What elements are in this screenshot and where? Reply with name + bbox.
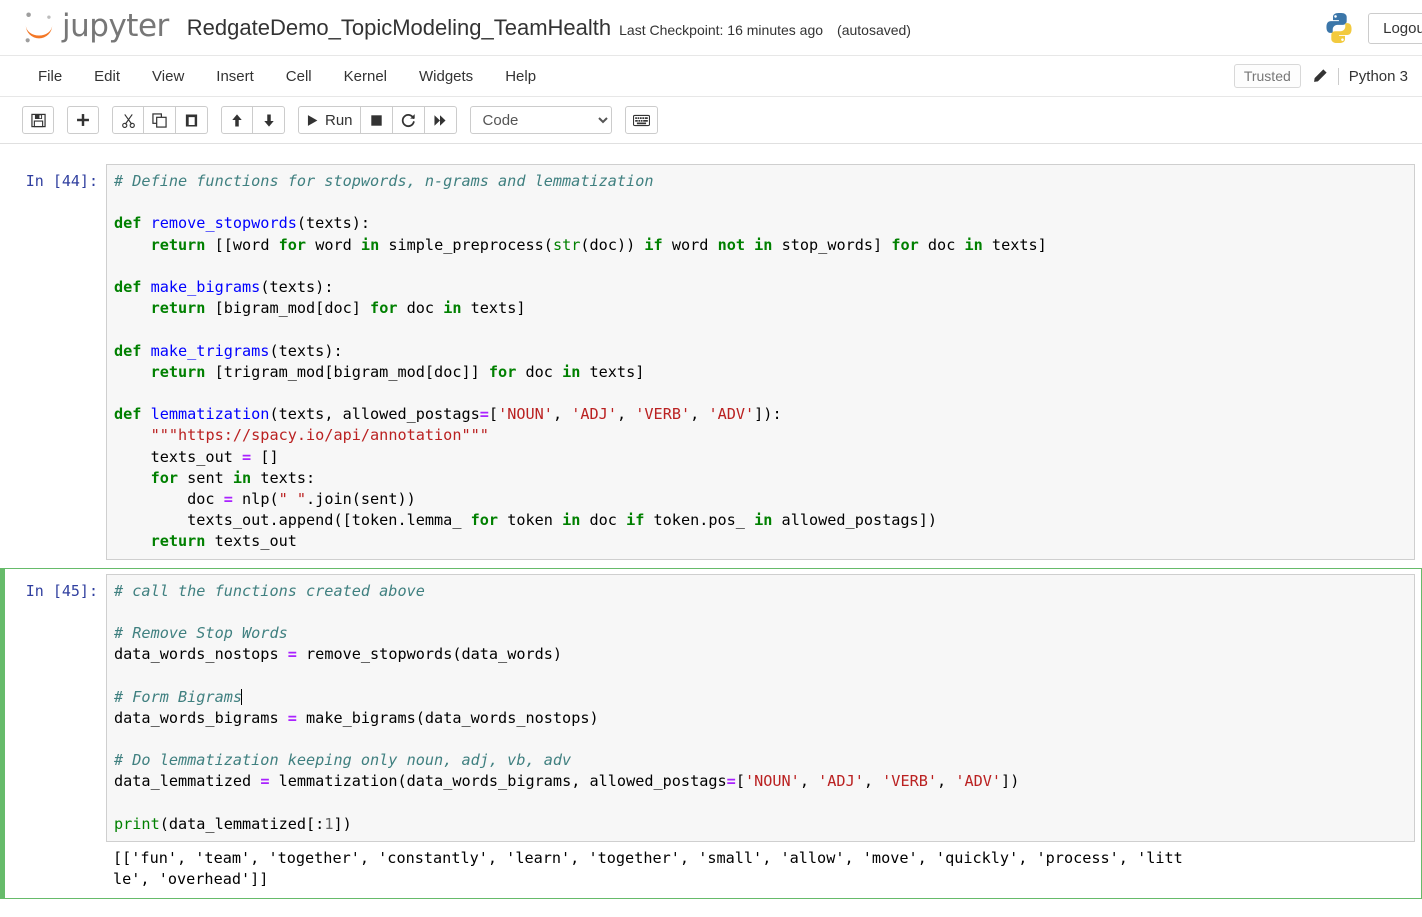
restart-kernel-button[interactable] [392, 106, 425, 134]
arrow-up-icon [232, 113, 242, 126]
code-cell-selected[interactable]: In [45]: # call the functions created ab… [0, 567, 1422, 899]
cell-prompt[interactable]: In [44]: [10, 164, 106, 560]
move-cell-up-button[interactable] [221, 106, 253, 134]
cell-type-select[interactable]: Code Markdown Raw NBConvert Heading [469, 106, 612, 134]
jupyter-logo-icon [25, 12, 53, 42]
output-text: [['fun', 'team', 'together', 'constantly… [113, 849, 1183, 889]
menu-item-insert[interactable]: Insert [200, 59, 270, 94]
paste-button[interactable] [176, 106, 208, 134]
toolbar-group-run: Run [298, 106, 457, 134]
toolbar-group-insert [67, 106, 99, 134]
code-editor[interactable]: # call the functions created above # Rem… [114, 581, 1410, 835]
cut-button[interactable] [112, 106, 144, 134]
run-cell-button[interactable]: Run [298, 106, 361, 134]
trusted-badge[interactable]: Trusted [1233, 64, 1301, 88]
notebook-container[interactable]: In [44]: # Define functions for stopword… [0, 144, 1422, 917]
run-button-label: Run [325, 111, 353, 129]
plus-icon [77, 114, 89, 126]
text-cursor [241, 688, 243, 705]
scissors-icon [121, 113, 135, 128]
keyboard-icon [632, 114, 650, 126]
kernel-indicator[interactable]: Python 3 [1337, 67, 1408, 85]
cell-input-area[interactable]: # call the functions created above # Rem… [106, 573, 1415, 843]
menubar-right-group: Trusted Python 3 [1233, 64, 1408, 88]
jupyter-wordmark: jupyter [62, 7, 169, 44]
pencil-icon[interactable] [1311, 68, 1328, 85]
copy-icon [152, 112, 167, 128]
autosaved-status: (autosaved) [837, 22, 911, 38]
restart-and-run-all-button[interactable] [424, 106, 457, 134]
code-cell[interactable]: In [44]: # Define functions for stopword… [0, 158, 1422, 566]
insert-cell-below-button[interactable] [67, 106, 99, 134]
toolbar-group-move [221, 106, 285, 134]
cell-input-area[interactable]: # Define functions for stopwords, n-gram… [106, 164, 1415, 560]
menu-item-cell[interactable]: Cell [270, 59, 328, 94]
arrow-down-icon [263, 114, 274, 127]
menu-item-view[interactable]: View [136, 59, 200, 94]
notebook-header: jupyter RedgateDemo_TopicModeling_TeamHe… [0, 0, 1422, 56]
paste-icon [185, 114, 198, 126]
menu-item-file[interactable]: File [22, 59, 78, 94]
code-editor[interactable]: # Define functions for stopwords, n-gram… [114, 171, 1410, 553]
header-right-group: Logout [1324, 0, 1422, 56]
toolbar-group-palette [624, 106, 658, 134]
stop-square-icon [370, 114, 382, 126]
copy-button[interactable] [144, 106, 176, 134]
save-button[interactable] [22, 106, 54, 134]
toolbar: Run Code Markdown Raw NBConvert Heading [0, 97, 1422, 144]
restart-circular-arrow-icon [401, 113, 415, 127]
menu-item-widgets[interactable]: Widgets [403, 59, 489, 94]
fast-forward-icon [434, 114, 446, 126]
menu-item-help[interactable]: Help [489, 59, 552, 94]
interrupt-kernel-button[interactable] [360, 106, 393, 134]
command-palette-button[interactable] [624, 106, 658, 134]
cell-output-area: [['fun', 'team', 'together', 'constantly… [106, 842, 1415, 893]
toolbar-group-save [22, 106, 54, 134]
menu-item-edit[interactable]: Edit [78, 59, 136, 94]
jupyter-logo[interactable]: jupyter [22, 9, 169, 47]
python-logo-icon [1326, 13, 1352, 43]
cell-body: # call the functions created above # Rem… [106, 573, 1415, 893]
cell-body: # Define functions for stopwords, n-gram… [106, 164, 1415, 560]
menubar: File Edit View Insert Cell Kernel Widget… [0, 56, 1422, 97]
play-icon [307, 114, 318, 126]
logout-button[interactable]: Logout [1368, 12, 1422, 44]
toolbar-group-clipboard [112, 106, 208, 134]
menu-item-kernel[interactable]: Kernel [328, 59, 403, 94]
move-cell-down-button[interactable] [253, 106, 285, 134]
notebook-title[interactable]: RedgateDemo_TopicModeling_TeamHealth [187, 15, 611, 41]
last-checkpoint-label: Last Checkpoint: 16 minutes ago [619, 22, 824, 38]
floppy-disk-icon [30, 113, 46, 127]
cell-prompt[interactable]: In [45]: [10, 574, 106, 893]
